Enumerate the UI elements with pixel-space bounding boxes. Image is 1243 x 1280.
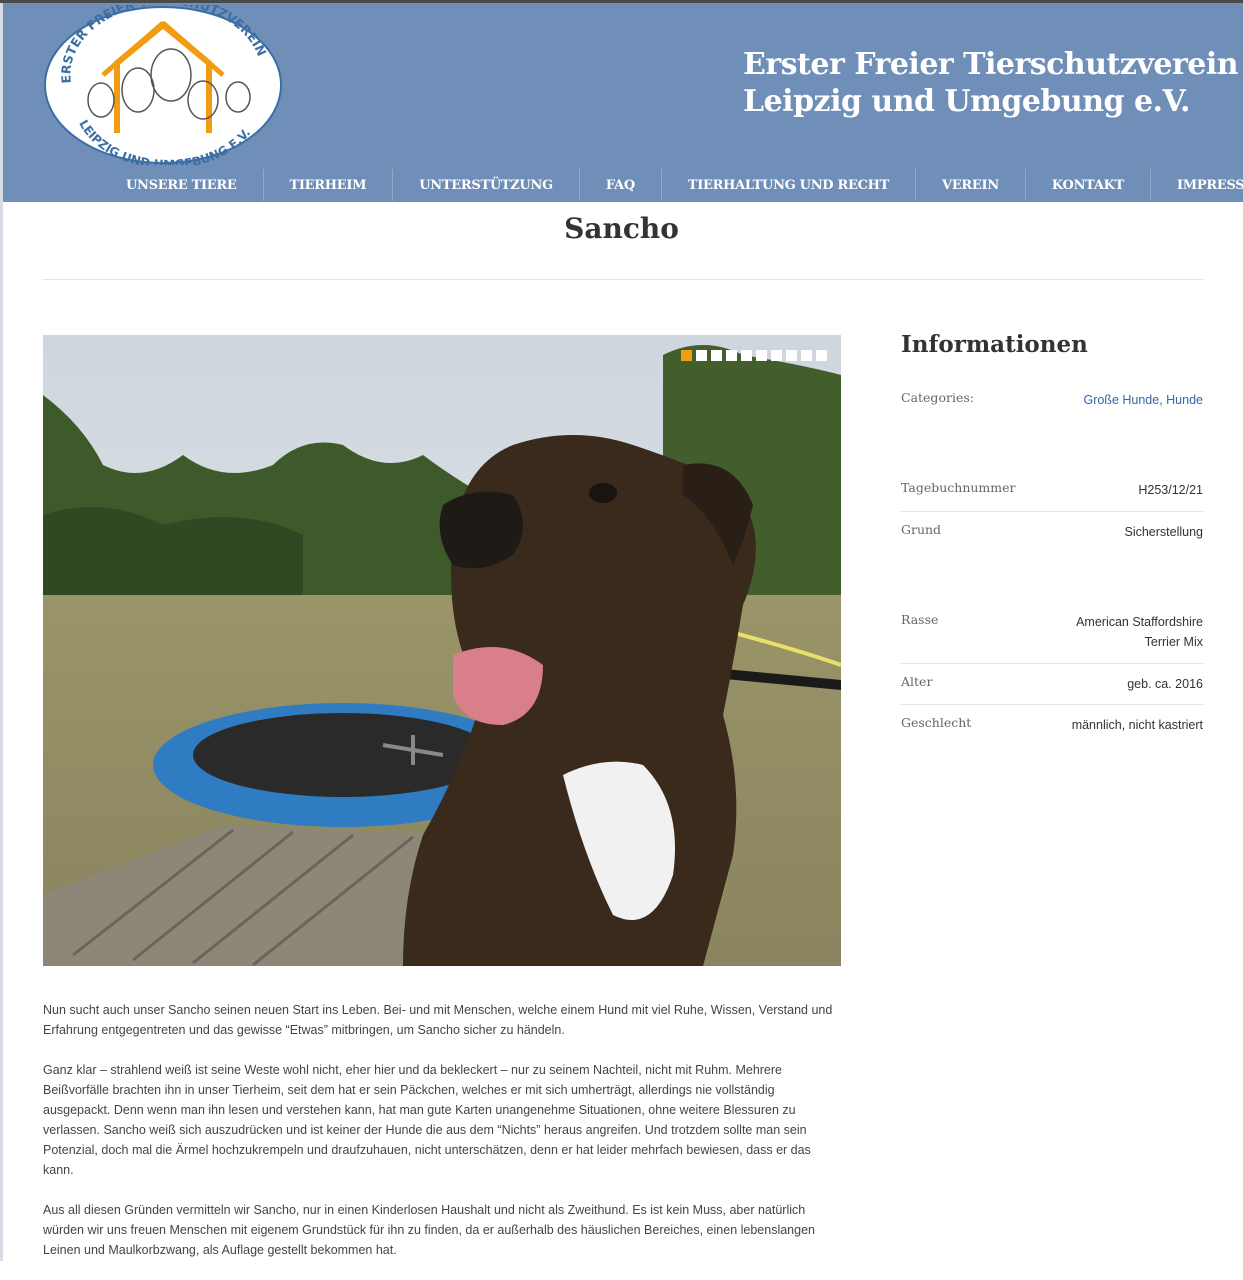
title-divider [43,279,1203,280]
info-sidebar: Informationen Categories: Große Hunde, H… [901,325,1203,735]
slider-dot-5[interactable] [741,350,752,361]
slider-dot-3[interactable] [711,350,722,361]
slider-dot-1[interactable] [681,350,692,361]
slider-dots [681,350,827,361]
info-title: Informationen [901,331,1088,358]
info-row-rasse: Rasse American Staffordshire Terrier Mix [901,612,1203,663]
site-header: ERSTER FREIER TIERSCHUTZVEREIN LEIPZIG U… [3,3,1243,202]
nav-item-faq[interactable]: FAQ [578,169,661,201]
rasse-value-line-1: American Staffordshire [1076,615,1203,629]
row-divider [901,511,1203,512]
page-title: Sancho [564,212,679,245]
rasse-value-line-2: Terrier Mix [1144,635,1203,649]
info-row-tagebuchnummer: Tagebuchnummer H253/12/21 [901,480,1203,511]
nav-item-verein[interactable]: VEREIN [915,169,1025,201]
row-divider [901,663,1203,664]
slider-dot-2[interactable] [696,350,707,361]
nav-item-kontakt[interactable]: KONTAKT [1024,169,1150,201]
paragraph-3: Aus all diesen Gründen vermitteln wir Sa… [43,1203,815,1257]
tagebuchnummer-value: H253/12/21 [1138,483,1203,497]
slider-dot-9[interactable] [801,350,812,361]
nav-item-unterstuetzung[interactable]: UNTERSTÜTZUNG [392,169,579,201]
photo-slider[interactable] [43,335,841,966]
categories-value: Große Hunde, Hunde [1083,390,1203,410]
tagebuchnummer-label: Tagebuchnummer [901,480,1016,495]
description-text: Nun sucht auch unser Sancho seinen neuen… [43,1000,843,1280]
nav-item-tierheim[interactable]: TIERHEIM [262,169,393,201]
slider-dot-4[interactable] [726,350,737,361]
site-title[interactable]: Erster Freier Tierschutzverein Leipzig u… [743,46,1239,120]
alter-label: Alter [901,674,933,689]
slider-dot-6[interactable] [756,350,767,361]
main-nav: UNSERE TIERE TIERHEIM UNTERSTÜTZUNG FAQ … [100,169,1243,201]
info-row-alter: Alter geb. ca. 2016 [901,674,1203,704]
geschlecht-label: Geschlecht [901,715,972,730]
nav-item-unsere-tiere[interactable]: UNSERE TIERE [100,169,263,201]
alter-value: geb. ca. 2016 [1127,677,1203,691]
paragraph-1: Nun sucht auch unser Sancho seinen neuen… [43,1003,833,1037]
site-title-line-1: Erster Freier Tierschutzverein [743,47,1239,82]
dog-photo [43,335,841,966]
nav-item-impressum[interactable]: IMPRESSUM [1150,169,1243,201]
nav-item-tierhaltung-und-recht[interactable]: TIERHALTUNG UND RECHT [660,169,915,201]
slider-dot-10[interactable] [816,350,827,361]
slider-dot-8[interactable] [786,350,797,361]
grund-label: Grund [901,522,942,537]
site-title-line-2: Leipzig und Umgebung e.V. [743,84,1190,119]
categories-label: Categories: [901,390,974,405]
rasse-value: American Staffordshire Terrier Mix [1076,612,1203,652]
rasse-label: Rasse [901,612,939,627]
row-divider [901,704,1203,705]
info-row-grund: Grund Sicherstellung [901,522,1203,542]
grund-value: Sicherstellung [1124,525,1203,539]
info-row-categories: Categories: Große Hunde, Hunde [901,390,1203,410]
paragraph-2: Ganz klar – strahlend weiß ist seine Wes… [43,1063,811,1177]
category-link-grosse-hunde[interactable]: Große Hunde [1083,393,1159,407]
info-row-geschlecht: Geschlecht männlich, nicht kastriert [901,715,1203,735]
category-link-hunde[interactable]: Hunde [1166,393,1203,407]
geschlecht-value: männlich, nicht kastriert [1071,718,1203,732]
slider-dot-7[interactable] [771,350,782,361]
site-logo[interactable]: ERSTER FREIER TIERSCHUTZVEREIN LEIPZIG U… [43,5,285,165]
